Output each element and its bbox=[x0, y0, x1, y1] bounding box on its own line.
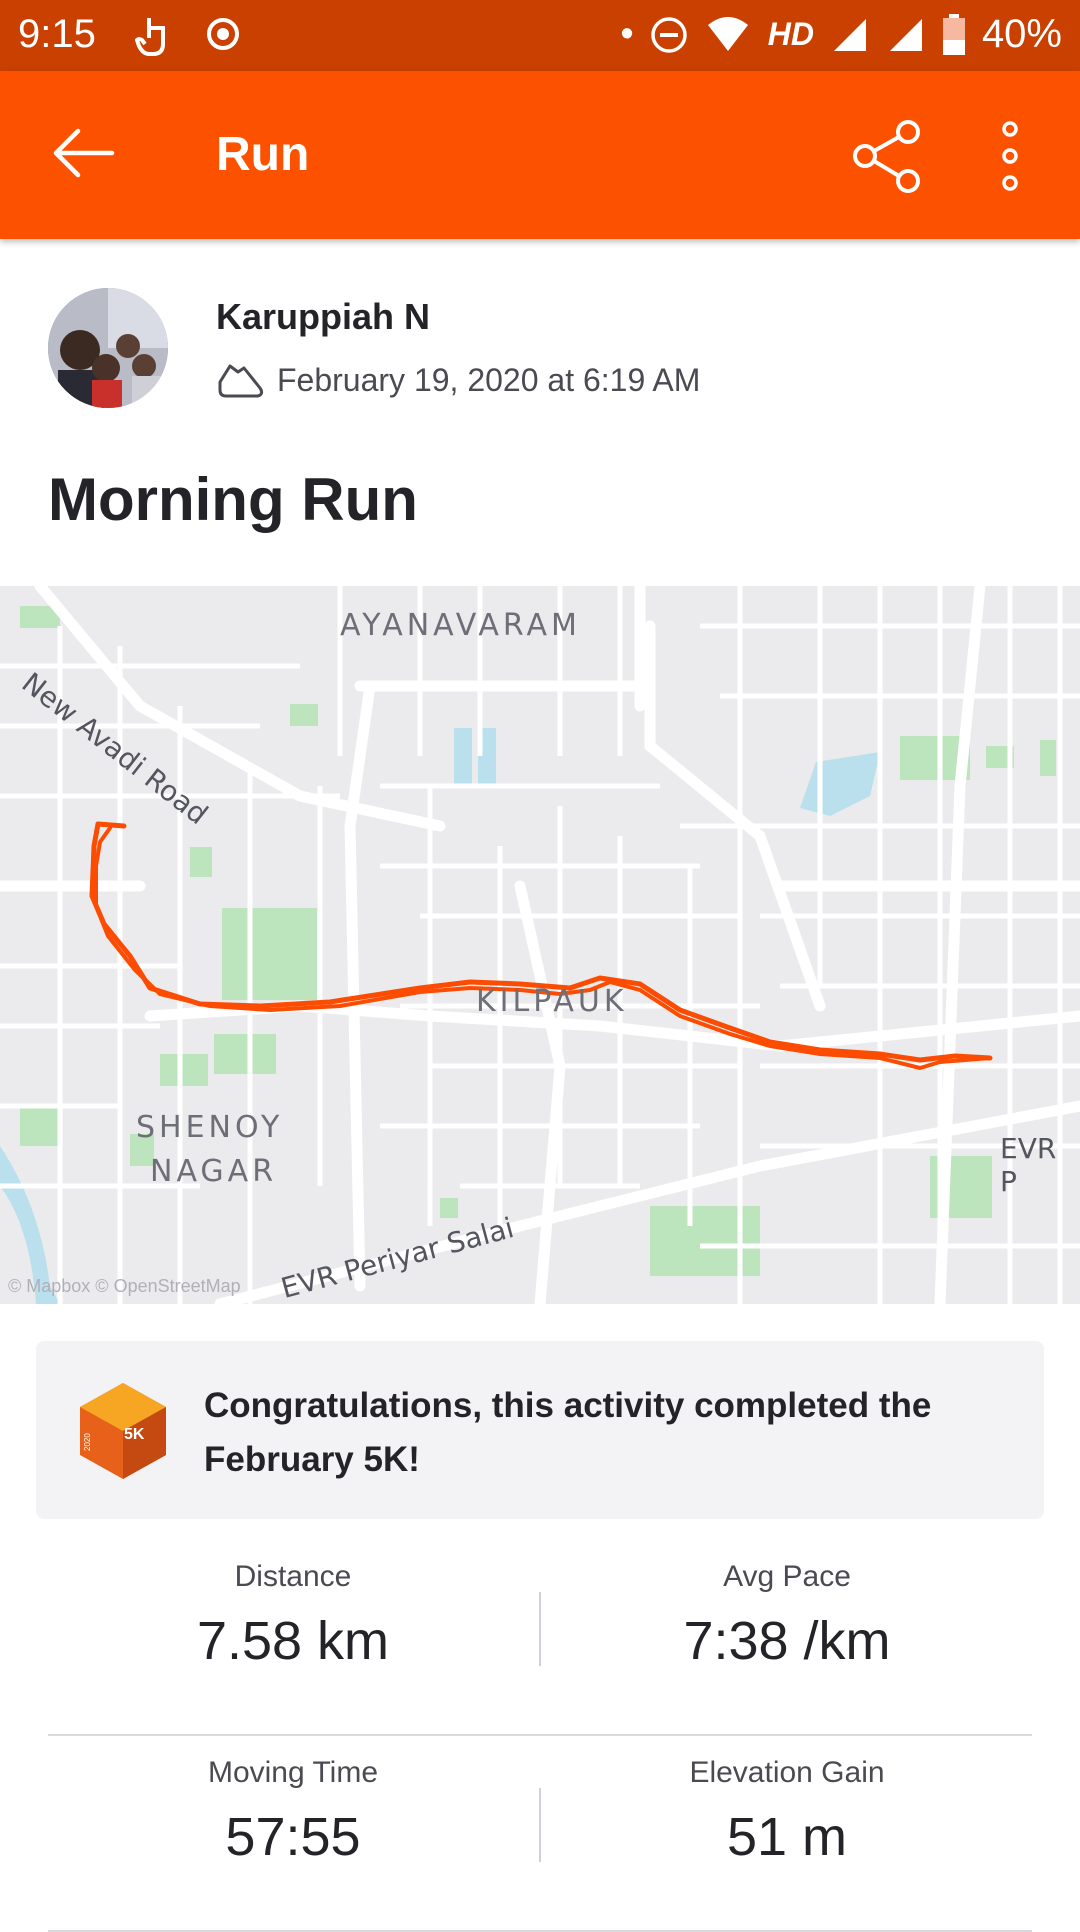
stat-label: Elevation Gain bbox=[689, 1756, 885, 1789]
battery-icon bbox=[942, 13, 965, 55]
route-map[interactable]: AYANAVARAM KILPAUK SHENOY NAGAR New Avad… bbox=[0, 586, 1080, 1304]
avatar[interactable] bbox=[48, 288, 168, 408]
badge-year-text: 2020 bbox=[83, 1433, 92, 1451]
stat-distance: Distance 7.58 km bbox=[48, 1560, 538, 1672]
more-vert-icon[interactable] bbox=[990, 119, 1030, 194]
map-attribution[interactable]: © Mapbox © OpenStreetMap bbox=[8, 1276, 241, 1297]
stats-grid: Distance 7.58 km Avg Pace 7:38 /km Movin… bbox=[48, 1540, 1032, 1932]
network-type-label: HD bbox=[767, 16, 814, 52]
signal-icon-2 bbox=[889, 18, 922, 51]
achievement-message: Congratulations, this activity completed… bbox=[204, 1386, 932, 1479]
stat-divider bbox=[539, 1592, 541, 1666]
avatar-photo bbox=[48, 288, 168, 408]
app-bar: Run bbox=[0, 71, 1080, 239]
stat-elevation-gain: Elevation Gain 51 m bbox=[542, 1756, 1032, 1868]
stat-value: 7.58 km bbox=[196, 1611, 390, 1671]
map-label-shenoy: SHENOY bbox=[136, 1110, 284, 1145]
notification-dot-icon: • bbox=[620, 13, 634, 55]
stat-label: Avg Pace bbox=[723, 1560, 851, 1593]
map-road-evr-edge: EVR P bbox=[1000, 1132, 1057, 1198]
back-arrow-icon[interactable] bbox=[48, 123, 118, 183]
signal-icon bbox=[833, 18, 866, 51]
map-canvas bbox=[0, 586, 1080, 1304]
stat-avg-pace: Avg Pace 7:38 /km bbox=[542, 1560, 1032, 1672]
do-not-disturb-icon bbox=[650, 16, 687, 53]
stat-value: 7:38 /km bbox=[683, 1611, 891, 1671]
touch-icon bbox=[135, 18, 165, 56]
stats-row: Distance 7.58 km Avg Pace 7:38 /km bbox=[48, 1540, 1032, 1736]
map-label-nagar: NAGAR bbox=[150, 1154, 278, 1189]
status-time: 9:15 bbox=[18, 12, 96, 56]
map-label-kilpauk: KILPAUK bbox=[476, 984, 628, 1019]
status-bar: 9:15 • HD 40% bbox=[0, 0, 1080, 71]
shoe-icon bbox=[218, 364, 264, 398]
wifi-icon bbox=[707, 16, 748, 51]
achievement-card[interactable]: 5K 2020 Congratulations, this activity c… bbox=[36, 1341, 1044, 1519]
share-icon[interactable] bbox=[850, 119, 925, 194]
map-label-ayanavaram: AYANAVARAM bbox=[340, 608, 581, 643]
badge-5k-text: 5K bbox=[124, 1426, 145, 1443]
activity-title: Morning Run bbox=[48, 466, 418, 533]
record-icon bbox=[207, 18, 239, 50]
stats-row: Moving Time 57:55 Elevation Gain 51 m bbox=[48, 1736, 1032, 1932]
status-right: • HD 40% bbox=[620, 12, 1062, 57]
stat-moving-time: Moving Time 57:55 bbox=[48, 1756, 538, 1868]
page-title: Run bbox=[216, 128, 310, 181]
5k-challenge-badge-icon: 5K 2020 bbox=[80, 1383, 166, 1479]
stat-label: Distance bbox=[234, 1560, 352, 1593]
stat-divider bbox=[539, 1788, 541, 1862]
stat-value: 51 m bbox=[726, 1807, 848, 1867]
activity-datetime: February 19, 2020 at 6:19 AM bbox=[277, 362, 701, 398]
athlete-name[interactable]: Karuppiah N bbox=[216, 296, 430, 338]
stat-label: Moving Time bbox=[207, 1756, 379, 1789]
map-minor-streets bbox=[0, 586, 1080, 1304]
battery-percent: 40% bbox=[981, 12, 1062, 56]
stat-value: 57:55 bbox=[225, 1807, 361, 1867]
